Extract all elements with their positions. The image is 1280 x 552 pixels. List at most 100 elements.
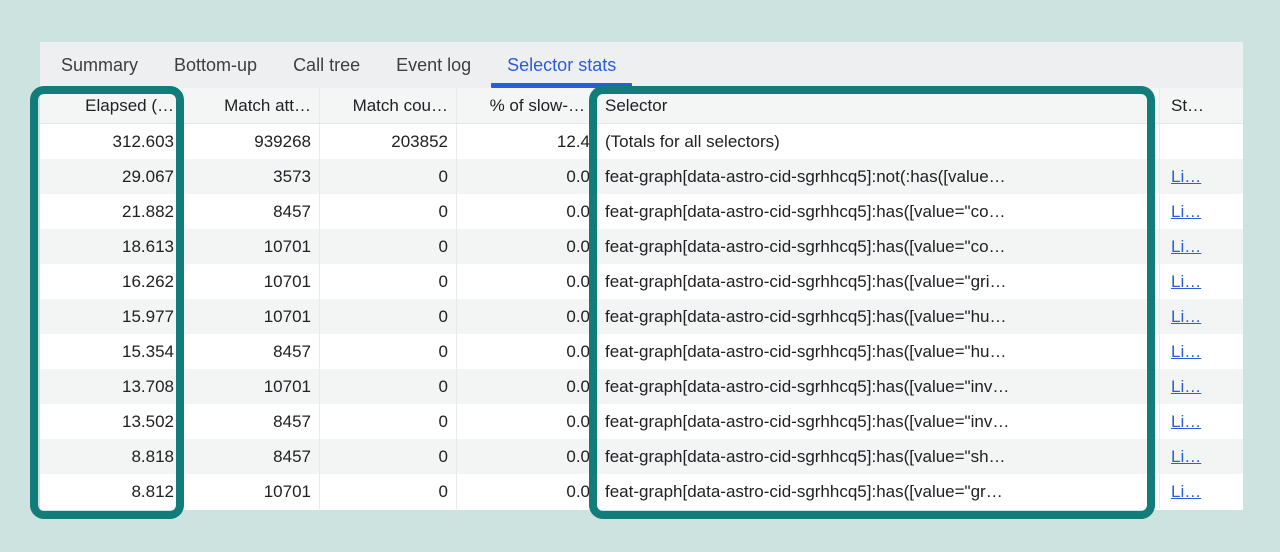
- cell-style-sheet: Li…: [1160, 264, 1243, 299]
- cell-slow-pct: 0.0: [457, 299, 594, 334]
- cell-elapsed: 15.977: [40, 299, 183, 334]
- cell-match-attempts: 8457: [183, 404, 320, 439]
- cell-selector: feat-graph[data-astro-cid-sgrhhcq5]:not(…: [594, 159, 1160, 194]
- cell-elapsed: 8.818: [40, 439, 183, 474]
- cell-selector: (Totals for all selectors): [594, 124, 1160, 159]
- cell-match-count: 203852: [320, 124, 457, 159]
- table-row[interactable]: 21.882 8457 0 0.0 feat-graph[data-astro-…: [40, 194, 1243, 229]
- cell-elapsed: 29.067: [40, 159, 183, 194]
- cell-slow-pct: 0.0: [457, 229, 594, 264]
- cell-match-attempts: 10701: [183, 264, 320, 299]
- devtools-performance-panel: Summary Bottom-up Call tree Event log Select…: [40, 42, 1243, 510]
- cell-slow-pct: 0.0: [457, 264, 594, 299]
- cell-selector: feat-graph[data-astro-cid-sgrhhcq5]:has(…: [594, 299, 1160, 334]
- cell-match-count: 0: [320, 439, 457, 474]
- cell-match-count: 0: [320, 264, 457, 299]
- table-row[interactable]: 29.067 3573 0 0.0 feat-graph[data-astro-…: [40, 159, 1243, 194]
- cell-slow-pct: 0.0: [457, 159, 594, 194]
- column-header-slow_pct[interactable]: % of slow-…: [457, 88, 594, 123]
- style-sheet-link[interactable]: Li…: [1171, 412, 1201, 432]
- style-sheet-link[interactable]: Li…: [1171, 342, 1201, 362]
- cell-match-count: 0: [320, 299, 457, 334]
- table-row[interactable]: 15.977 10701 0 0.0 feat-graph[data-astro…: [40, 299, 1243, 334]
- cell-elapsed: 16.262: [40, 264, 183, 299]
- cell-elapsed: 15.354: [40, 334, 183, 369]
- style-sheet-link[interactable]: Li…: [1171, 482, 1201, 502]
- cell-match-attempts: 8457: [183, 194, 320, 229]
- table-row[interactable]: 312.603 939268 203852 12.4 (Totals for a…: [40, 124, 1243, 159]
- cell-selector: feat-graph[data-astro-cid-sgrhhcq5]:has(…: [594, 334, 1160, 369]
- cell-style-sheet: Li…: [1160, 369, 1243, 404]
- style-sheet-link[interactable]: Li…: [1171, 202, 1201, 222]
- table-row[interactable]: 13.708 10701 0 0.0 feat-graph[data-astro…: [40, 369, 1243, 404]
- cell-slow-pct: 0.0: [457, 474, 594, 509]
- cell-elapsed: 18.613: [40, 229, 183, 264]
- cell-slow-pct: 0.0: [457, 194, 594, 229]
- style-sheet-link[interactable]: Li…: [1171, 307, 1201, 327]
- column-header-elapsed[interactable]: Elapsed (…: [40, 88, 183, 123]
- cell-match-count: 0: [320, 229, 457, 264]
- cell-slow-pct: 0.0: [457, 404, 594, 439]
- column-header-match_count[interactable]: Match cou…: [320, 88, 457, 123]
- style-sheet-link[interactable]: Li…: [1171, 272, 1201, 292]
- table-row[interactable]: 16.262 10701 0 0.0 feat-graph[data-astro…: [40, 264, 1243, 299]
- style-sheet-link[interactable]: Li…: [1171, 167, 1201, 187]
- style-sheet-link[interactable]: Li…: [1171, 377, 1201, 397]
- cell-selector: feat-graph[data-astro-cid-sgrhhcq5]:has(…: [594, 229, 1160, 264]
- cell-match-count: 0: [320, 159, 457, 194]
- cell-style-sheet: Li…: [1160, 159, 1243, 194]
- column-header-selector[interactable]: Selector: [594, 88, 1160, 123]
- table-row[interactable]: 8.812 10701 0 0.0 feat-graph[data-astro-…: [40, 474, 1243, 509]
- cell-elapsed: 13.502: [40, 404, 183, 439]
- cell-match-attempts: 10701: [183, 369, 320, 404]
- cell-match-attempts: 939268: [183, 124, 320, 159]
- cell-elapsed: 8.812: [40, 474, 183, 509]
- cell-match-count: 0: [320, 334, 457, 369]
- tab-event-log[interactable]: Event log: [378, 42, 489, 88]
- cell-style-sheet: Li…: [1160, 299, 1243, 334]
- cell-selector: feat-graph[data-astro-cid-sgrhhcq5]:has(…: [594, 439, 1160, 474]
- cell-slow-pct: 12.4: [457, 124, 594, 159]
- cell-match-count: 0: [320, 474, 457, 509]
- table-row[interactable]: 18.613 10701 0 0.0 feat-graph[data-astro…: [40, 229, 1243, 264]
- cell-style-sheet: Li…: [1160, 194, 1243, 229]
- column-header-match_attempts[interactable]: Match att…: [183, 88, 320, 123]
- cell-slow-pct: 0.0: [457, 369, 594, 404]
- table-body: 312.603 939268 203852 12.4 (Totals for a…: [40, 124, 1243, 509]
- style-sheet-link[interactable]: Li…: [1171, 447, 1201, 467]
- cell-match-attempts: 10701: [183, 229, 320, 264]
- cell-selector: feat-graph[data-astro-cid-sgrhhcq5]:has(…: [594, 194, 1160, 229]
- cell-match-attempts: 8457: [183, 439, 320, 474]
- cell-elapsed: 21.882: [40, 194, 183, 229]
- cell-match-count: 0: [320, 404, 457, 439]
- cell-match-attempts: 10701: [183, 299, 320, 334]
- cell-match-attempts: 10701: [183, 474, 320, 509]
- cell-slow-pct: 0.0: [457, 334, 594, 369]
- column-header-style_sheet[interactable]: St…: [1160, 88, 1243, 123]
- table-header-row: Elapsed (… Match att… Match cou…% of slow-…: [40, 88, 1243, 124]
- table-row[interactable]: 13.502 8457 0 0.0 feat-graph[data-astro-…: [40, 404, 1243, 439]
- cell-slow-pct: 0.0: [457, 439, 594, 474]
- cell-selector: feat-graph[data-astro-cid-sgrhhcq5]:has(…: [594, 369, 1160, 404]
- cell-selector: feat-graph[data-astro-cid-sgrhhcq5]:has(…: [594, 474, 1160, 509]
- cell-style-sheet: Li…: [1160, 334, 1243, 369]
- cell-style-sheet: Li…: [1160, 439, 1243, 474]
- tab-call-tree[interactable]: Call tree: [275, 42, 378, 88]
- table-row[interactable]: 15.354 8457 0 0.0 feat-graph[data-astro-…: [40, 334, 1243, 369]
- cell-match-count: 0: [320, 194, 457, 229]
- cell-match-attempts: 8457: [183, 334, 320, 369]
- cell-match-attempts: 3573: [183, 159, 320, 194]
- table-row[interactable]: 8.818 8457 0 0.0 feat-graph[data-astro-c…: [40, 439, 1243, 474]
- cell-style-sheet: Li…: [1160, 229, 1243, 264]
- cell-style-sheet: Li…: [1160, 474, 1243, 509]
- cell-match-count: 0: [320, 369, 457, 404]
- tab-summary[interactable]: Summary: [43, 42, 156, 88]
- style-sheet-link[interactable]: Li…: [1171, 237, 1201, 257]
- cell-elapsed: 13.708: [40, 369, 183, 404]
- selector-stats-table: Elapsed (… Match att… Match cou…% of slow-…: [40, 88, 1243, 509]
- tab-selector-stats[interactable]: Selector stats: [489, 42, 634, 88]
- cell-style-sheet: [1160, 124, 1243, 159]
- cell-style-sheet: Li…: [1160, 404, 1243, 439]
- cell-selector: feat-graph[data-astro-cid-sgrhhcq5]:has(…: [594, 264, 1160, 299]
- tab-bottom-up[interactable]: Bottom-up: [156, 42, 275, 88]
